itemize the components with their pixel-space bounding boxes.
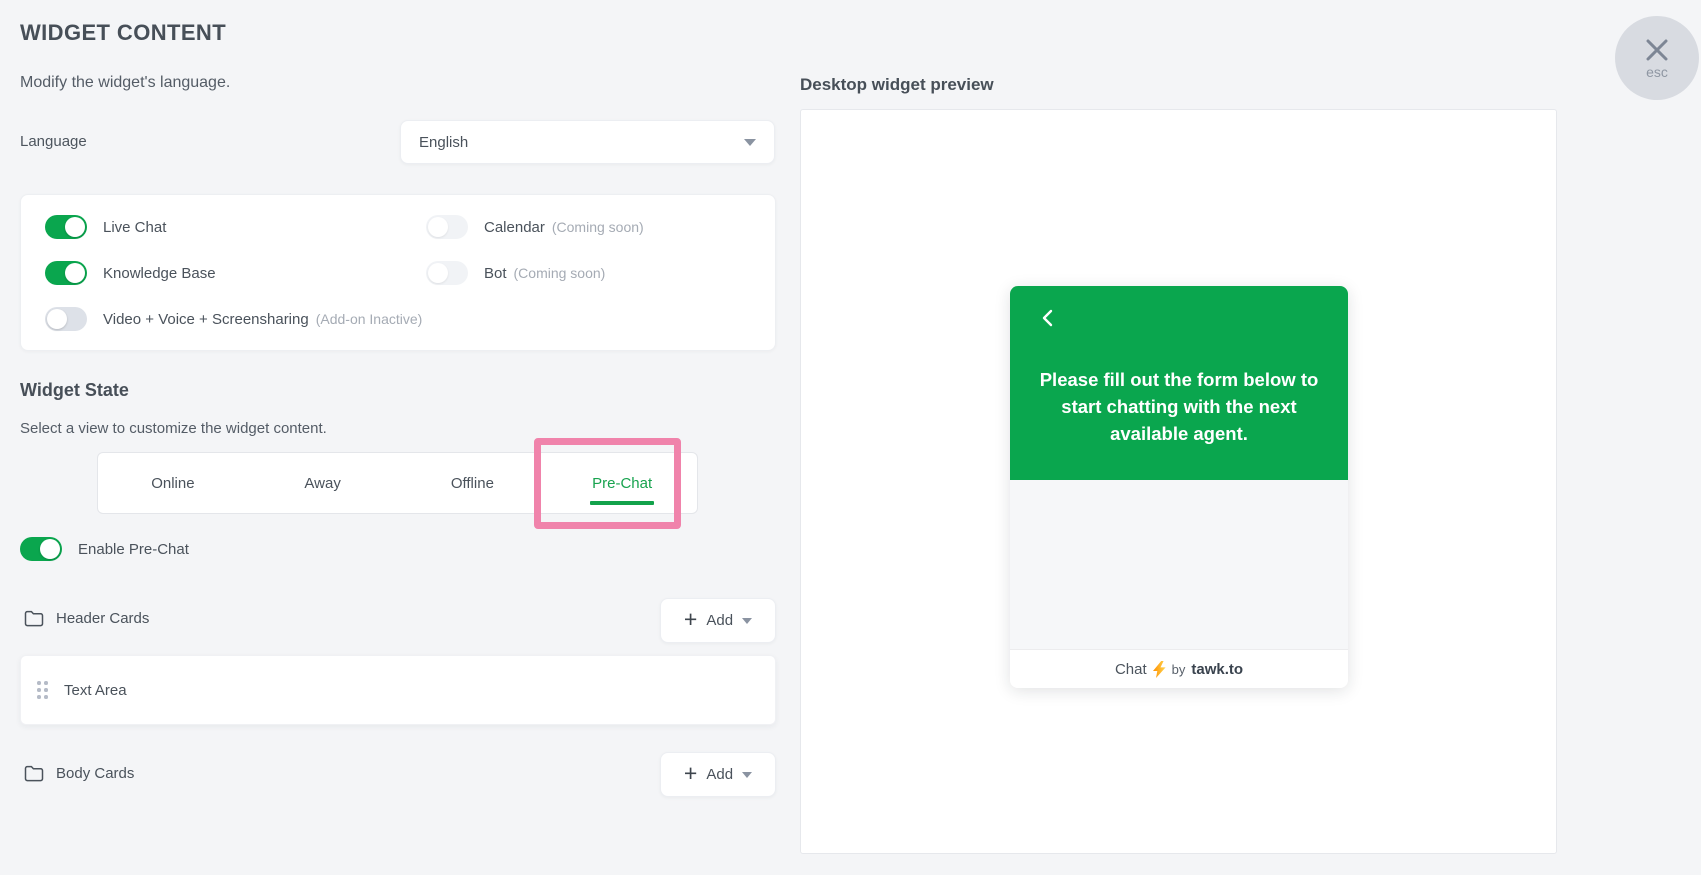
language-select[interactable]: English	[400, 120, 775, 164]
enable-prechat-toggle[interactable]	[20, 537, 62, 561]
body-cards-heading: Body Cards	[24, 765, 134, 782]
feature-label: Live Chat	[103, 218, 167, 236]
widget-state-tabs: Online Away Offline Pre-Chat	[97, 452, 698, 514]
page-subtitle: Modify the widget's language.	[20, 74, 231, 91]
feature-note: (Coming soon)	[551, 219, 644, 235]
knowledge-base-toggle[interactable]	[45, 261, 87, 285]
toggle-knob	[65, 217, 85, 237]
caret-down-icon	[744, 138, 756, 146]
video-voice-toggle[interactable]	[45, 307, 87, 331]
feature-note: (Coming soon)	[513, 265, 606, 281]
widget-body	[1010, 480, 1348, 649]
feature-label: Calendar	[484, 218, 545, 236]
toggle-knob	[65, 263, 85, 283]
widget-state-subtitle: Select a view to customize the widget co…	[20, 420, 327, 437]
widget-header: Please fill out the form below to start …	[1010, 286, 1348, 480]
preview-panel: Please fill out the form below to start …	[800, 109, 1557, 854]
folder-icon	[24, 765, 44, 782]
feature-label: Video + Voice + Screensharing	[103, 310, 309, 328]
drag-handle-icon[interactable]	[37, 681, 48, 699]
feature-row-knowledge-base: Knowledge Base	[45, 261, 216, 285]
footer-by-label: by	[1171, 661, 1186, 677]
feature-label: Bot	[484, 264, 507, 282]
lightning-bolt-icon	[1152, 660, 1166, 678]
feature-label: Knowledge Base	[103, 264, 216, 282]
tab-away[interactable]: Away	[248, 453, 398, 513]
plus-icon: +	[683, 760, 698, 786]
plus-icon: +	[683, 606, 698, 632]
bot-toggle[interactable]	[426, 261, 468, 285]
toggle-knob	[428, 217, 448, 237]
tab-offline[interactable]: Offline	[398, 453, 548, 513]
toggle-knob	[428, 263, 448, 283]
add-button-label: Add	[706, 612, 734, 629]
widget-footer: Chat by tawk.to	[1010, 649, 1348, 688]
footer-chat-label: Chat	[1114, 660, 1147, 678]
card-label: Text Area	[64, 681, 127, 699]
preview-title: Desktop widget preview	[800, 75, 994, 94]
active-tab-underline	[590, 501, 655, 505]
feature-row-live-chat: Live Chat	[45, 215, 166, 239]
header-cards-label: Header Cards	[56, 610, 150, 627]
feature-row-calendar: Calendar (Coming soon)	[426, 215, 644, 239]
widget-state-title: Widget State	[20, 380, 129, 400]
toggle-knob	[47, 309, 67, 329]
features-panel: Live Chat Knowledge Base Video + Voice +…	[20, 194, 776, 351]
add-button-label: Add	[706, 766, 734, 783]
enable-prechat-row: Enable Pre-Chat	[20, 537, 189, 561]
add-body-card-button[interactable]: + Add	[660, 752, 776, 797]
widget-message: Please fill out the form below to start …	[1039, 369, 1319, 444]
folder-icon	[24, 610, 44, 627]
feature-note: (Add-on Inactive)	[315, 311, 423, 327]
back-chevron-icon	[1042, 309, 1053, 327]
calendar-toggle[interactable]	[426, 215, 468, 239]
toggle-knob	[40, 539, 60, 559]
close-button[interactable]: esc	[1615, 16, 1699, 100]
page-title: WIDGET CONTENT	[20, 20, 227, 45]
tab-online[interactable]: Online	[98, 453, 248, 513]
language-label: Language	[20, 133, 87, 150]
header-cards-heading: Header Cards	[24, 610, 149, 627]
live-chat-toggle[interactable]	[45, 215, 87, 239]
footer-brand: tawk.to	[1191, 660, 1244, 678]
chat-widget-preview: Please fill out the form below to start …	[1010, 286, 1348, 688]
header-card-text-area[interactable]: Text Area	[20, 655, 776, 725]
esc-label: esc	[1646, 63, 1668, 80]
caret-down-icon	[742, 617, 753, 624]
language-selected-value: English	[419, 133, 469, 151]
tab-label: Pre-Chat	[592, 474, 653, 492]
enable-prechat-label: Enable Pre-Chat	[78, 540, 189, 558]
body-cards-label: Body Cards	[56, 765, 135, 782]
tab-pre-chat[interactable]: Pre-Chat	[547, 453, 697, 513]
feature-row-video-voice: Video + Voice + Screensharing (Add-on In…	[45, 307, 422, 331]
close-icon	[1646, 39, 1668, 60]
feature-row-bot: Bot (Coming soon)	[426, 261, 605, 285]
caret-down-icon	[742, 771, 753, 778]
add-header-card-button[interactable]: + Add	[660, 598, 776, 643]
